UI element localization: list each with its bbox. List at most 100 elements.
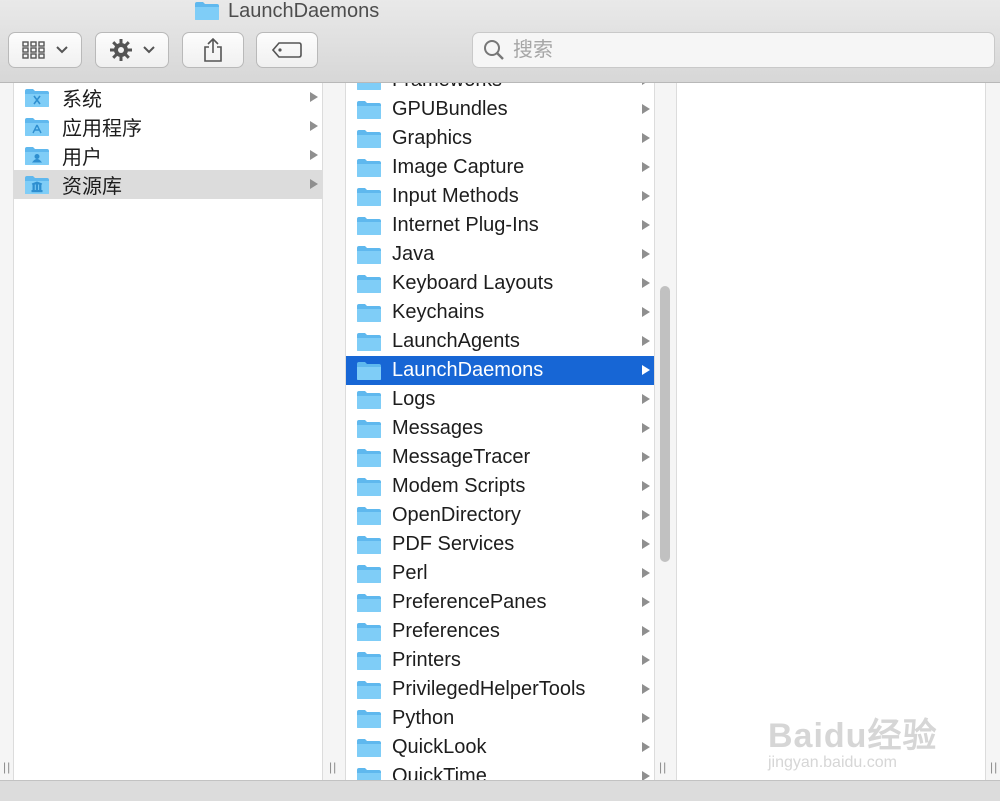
folder-label: Preferences <box>392 620 500 642</box>
column-resize-handle[interactable]: || <box>990 760 998 774</box>
tag-button[interactable] <box>256 32 318 68</box>
browser-column-3 <box>677 83 985 780</box>
folder-label: Graphics <box>392 127 473 149</box>
folder-label: 用户 <box>62 147 102 169</box>
search-field[interactable] <box>472 32 995 68</box>
sidebar-folder-item[interactable]: 用户 <box>14 141 322 170</box>
view-options-button[interactable] <box>8 32 82 68</box>
disclosure-arrow-icon <box>310 121 318 131</box>
share-button[interactable] <box>182 32 244 68</box>
disclosure-arrow-icon <box>642 452 650 462</box>
disclosure-arrow-icon <box>642 771 650 780</box>
disclosure-arrow-icon <box>642 307 650 317</box>
folder-icon <box>357 477 381 496</box>
disclosure-arrow-icon <box>642 510 650 520</box>
folder-row[interactable]: PrivilegedHelperTools <box>346 675 654 704</box>
folder-row[interactable]: LaunchAgents <box>346 327 654 356</box>
folder-row[interactable]: Keychains <box>346 298 654 327</box>
folder-icon <box>357 100 381 119</box>
folder-label: Perl <box>392 562 428 584</box>
applications-folder-icon <box>25 117 49 136</box>
disclosure-arrow-icon <box>642 568 650 578</box>
column-resize-handle[interactable]: || <box>659 760 667 774</box>
folder-icon <box>357 680 381 699</box>
folder-row[interactable]: Graphics <box>346 124 654 153</box>
folder-list: 系统应用程序用户资源库 <box>14 83 322 199</box>
folder-row[interactable]: Input Methods <box>346 182 654 211</box>
folder-icon <box>357 506 381 525</box>
folder-label: Messages <box>392 417 484 439</box>
share-icon <box>204 38 222 62</box>
folder-row[interactable]: QuickLook <box>346 733 654 762</box>
sidebar-folder-item[interactable]: 资源库 <box>14 170 322 199</box>
folder-icon <box>357 622 381 641</box>
disclosure-arrow-icon <box>642 220 650 230</box>
folder-row[interactable]: Printers <box>346 646 654 675</box>
folder-row[interactable]: Internet Plug-Ins <box>346 211 654 240</box>
folder-row[interactable]: OpenDirectory <box>346 501 654 530</box>
browser-column-1: 系统应用程序用户资源库 <box>14 83 322 780</box>
sidebar-folder-item[interactable]: 应用程序 <box>14 112 322 141</box>
column-resize-handle[interactable]: || <box>3 760 11 774</box>
folder-icon <box>357 274 381 293</box>
disclosure-arrow-icon <box>642 83 650 85</box>
folder-icon <box>357 129 381 148</box>
folder-icon <box>357 245 381 264</box>
folder-row[interactable]: GPUBundles <box>346 95 654 124</box>
disclosure-arrow-icon <box>642 684 650 694</box>
folder-row[interactable]: LaunchDaemons <box>346 356 654 385</box>
search-icon <box>484 40 504 60</box>
path-bar <box>0 780 1000 801</box>
folder-row[interactable]: Messages <box>346 414 654 443</box>
folder-row[interactable]: QuickTime <box>346 762 654 780</box>
disclosure-arrow-icon <box>642 365 650 375</box>
folder-icon <box>357 651 381 670</box>
vertical-scrollbar[interactable] <box>660 286 670 562</box>
folder-icon <box>357 767 381 780</box>
disclosure-arrow-icon <box>642 191 650 201</box>
disclosure-arrow-icon <box>642 249 650 259</box>
folder-list: Frameworks GPUBundles Graphics Image Captur… <box>346 83 654 780</box>
folder-row[interactable]: Frameworks <box>346 83 654 95</box>
folder-row[interactable]: Python <box>346 704 654 733</box>
folder-row[interactable]: Logs <box>346 385 654 414</box>
folder-label: 应用程序 <box>62 118 142 140</box>
folder-label: Logs <box>392 388 436 410</box>
sidebar-folder-item[interactable]: 系统 <box>14 83 322 112</box>
folder-icon <box>357 187 381 206</box>
folder-icon <box>357 709 381 728</box>
folder-label: GPUBundles <box>392 98 508 120</box>
browser-column-2: Frameworks GPUBundles Graphics Image Captur… <box>346 83 654 780</box>
folder-label: MessageTracer <box>392 446 531 468</box>
search-input[interactable] <box>511 37 975 63</box>
folder-row[interactable]: MessageTracer <box>346 443 654 472</box>
column-resize-handle[interactable]: || <box>329 760 337 774</box>
folder-row[interactable]: Perl <box>346 559 654 588</box>
folder-icon <box>357 535 381 554</box>
action-button[interactable] <box>95 32 169 68</box>
system-folder-icon <box>25 88 49 107</box>
disclosure-arrow-icon <box>310 92 318 102</box>
folder-row[interactable]: Preferences <box>346 617 654 646</box>
folder-label: Modem Scripts <box>392 475 526 497</box>
folder-row[interactable]: Java <box>346 240 654 269</box>
folder-label: 资源库 <box>62 176 122 198</box>
folder-label: Image Capture <box>392 156 525 178</box>
folder-row[interactable]: PDF Services <box>346 530 654 559</box>
disclosure-arrow-icon <box>642 539 650 549</box>
users-folder-icon <box>25 146 49 165</box>
folder-icon <box>357 83 381 90</box>
folder-icon <box>195 2 219 20</box>
folder-label: Internet Plug-Ins <box>392 214 539 236</box>
folder-row[interactable]: Keyboard Layouts <box>346 269 654 298</box>
disclosure-arrow-icon <box>642 336 650 346</box>
folder-label: Keychains <box>392 301 485 323</box>
window-title-text: LaunchDaemons <box>228 0 380 22</box>
chevron-down-icon <box>143 46 155 54</box>
folder-row[interactable]: Modem Scripts <box>346 472 654 501</box>
toolbar: LaunchDaemons <box>0 0 1000 83</box>
column-gutter: || <box>0 83 14 780</box>
folder-label: Frameworks <box>392 83 502 92</box>
folder-row[interactable]: Image Capture <box>346 153 654 182</box>
folder-row[interactable]: PreferencePanes <box>346 588 654 617</box>
